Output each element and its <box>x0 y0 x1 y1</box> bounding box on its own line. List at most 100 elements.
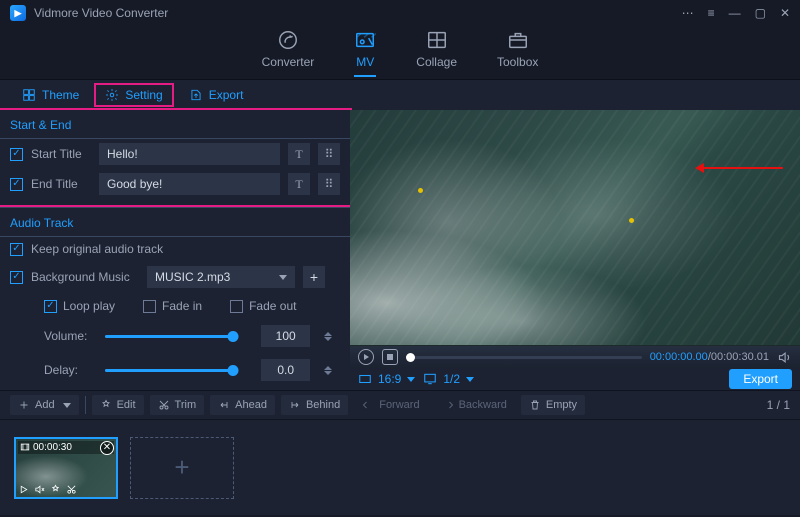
volume-spinner[interactable] <box>324 325 340 347</box>
volume-value[interactable]: 100 <box>261 325 310 347</box>
volume-slider[interactable] <box>105 329 233 343</box>
window-minimize-button[interactable]: — <box>729 6 741 20</box>
time-total: /00:00:30.01 <box>708 351 769 363</box>
tab-label: Theme <box>42 88 79 102</box>
add-clip-placeholder[interactable]: + <box>130 437 234 499</box>
play-icon[interactable] <box>18 484 29 495</box>
ahead-button[interactable]: Ahead <box>210 395 275 415</box>
add-bgm-button[interactable]: + <box>303 266 325 288</box>
trim-button[interactable]: Trim <box>150 395 205 415</box>
edit-button[interactable]: Edit <box>92 395 144 415</box>
start-title-handle-button[interactable]: ⠿ <box>318 143 340 165</box>
bgm-checkbox[interactable] <box>10 271 23 284</box>
fade-in-checkbox[interactable] <box>143 300 156 313</box>
end-title-label: End Title <box>31 177 91 191</box>
fade-out-checkbox[interactable] <box>230 300 243 313</box>
aspect-ratio-select[interactable]: 16:9 <box>358 372 415 386</box>
app-title: Vidmore Video Converter <box>34 6 168 20</box>
delay-value[interactable]: 0.0 <box>261 359 310 381</box>
btn-label: Behind <box>306 399 340 411</box>
time-display: 00:00:00.00/00:00:30.01 <box>650 351 769 363</box>
nav-label: Toolbox <box>497 55 538 69</box>
chevron-down-icon <box>407 377 415 382</box>
end-title-handle-button[interactable]: ⠿ <box>318 173 340 195</box>
fade-out-label: Fade out <box>249 299 296 313</box>
remove-clip-button[interactable]: ✕ <box>100 441 114 455</box>
add-button[interactable]: Add <box>10 395 79 415</box>
chevron-down-icon <box>466 377 474 382</box>
export-button[interactable]: Export <box>729 369 792 389</box>
loop-checkbox[interactable] <box>44 300 57 313</box>
clip-strip: 00:00:30 ✕ + <box>0 420 800 515</box>
playback-options-row: Loop play Fade in Fade out <box>0 293 350 319</box>
toolbox-icon <box>507 29 529 51</box>
menu-icon[interactable]: ≡ <box>708 6 715 20</box>
mv-icon <box>354 29 376 51</box>
app-logo-icon: ▶ <box>10 5 26 21</box>
empty-button[interactable]: Empty <box>521 395 585 415</box>
loop-label: Loop play <box>63 299 115 313</box>
end-title-input[interactable] <box>99 173 280 195</box>
stop-button[interactable] <box>382 349 398 365</box>
fade-in-option[interactable]: Fade in <box>143 299 202 313</box>
start-title-font-button[interactable]: T <box>288 143 310 165</box>
converter-icon <box>277 29 299 51</box>
bgm-row: Background Music MUSIC 2.mp3 + <box>0 261 350 293</box>
video-preview[interactable] <box>350 110 800 345</box>
clip-toolbar: Add Edit Trim Ahead Behind Forward Backw… <box>0 390 800 420</box>
theme-icon <box>22 88 36 102</box>
nav-label: Converter <box>262 55 315 69</box>
start-title-input[interactable] <box>99 143 280 165</box>
btn-label: Ahead <box>235 399 267 411</box>
playback-bar: 00:00:00.00/00:00:30.01 <box>350 346 800 368</box>
window-close-button[interactable]: ✕ <box>780 6 790 20</box>
chevron-down-icon <box>63 403 71 408</box>
btn-label: Backward <box>459 399 507 411</box>
behind-button[interactable]: Behind <box>281 395 348 415</box>
end-title-row: End Title T ⠿ <box>0 169 350 199</box>
nav-mv[interactable]: MV <box>354 29 376 77</box>
nav-collage[interactable]: Collage <box>416 29 457 77</box>
start-title-checkbox[interactable] <box>10 148 23 161</box>
zoom-select[interactable]: 1/2 <box>423 372 474 386</box>
end-title-checkbox[interactable] <box>10 178 23 191</box>
delay-slider[interactable] <box>105 363 233 377</box>
tab-label: Export <box>209 88 244 102</box>
end-title-font-button[interactable]: T <box>288 173 310 195</box>
keep-audio-checkbox[interactable] <box>10 243 23 256</box>
keep-audio-row: Keep original audio track <box>0 237 350 261</box>
clip-thumbnail[interactable]: 00:00:30 ✕ <box>14 437 118 499</box>
film-icon <box>20 442 30 452</box>
btn-label: Add <box>35 399 55 411</box>
bgm-select[interactable]: MUSIC 2.mp3 <box>147 266 295 288</box>
seek-slider[interactable] <box>406 356 642 359</box>
start-end-header: Start & End <box>0 110 350 139</box>
window-maximize-button[interactable]: ▢ <box>755 6 766 20</box>
loop-option[interactable]: Loop play <box>44 299 115 313</box>
nav-converter[interactable]: Converter <box>262 29 315 77</box>
start-title-row: Start Title T ⠿ <box>0 139 350 169</box>
play-button[interactable] <box>358 349 374 365</box>
zoom-value: 1/2 <box>443 372 460 386</box>
delay-label: Delay: <box>44 363 91 377</box>
feedback-icon[interactable]: ⋯ <box>682 6 694 20</box>
star-icon[interactable] <box>50 484 61 495</box>
tab-label: Setting <box>125 88 162 102</box>
tab-setting[interactable]: Setting <box>95 84 172 106</box>
export-icon <box>189 88 203 102</box>
forward-button[interactable]: Forward <box>354 395 427 415</box>
btn-label: Trim <box>175 399 197 411</box>
scissors-icon[interactable] <box>66 484 77 495</box>
main-area: Start & End Start Title T ⠿ End Title T … <box>0 110 800 390</box>
nav-toolbox[interactable]: Toolbox <box>497 29 538 77</box>
delay-spinner[interactable] <box>324 359 340 381</box>
backward-button[interactable]: Backward <box>434 395 515 415</box>
aspect-value: 16:9 <box>378 372 401 386</box>
fade-in-label: Fade in <box>162 299 202 313</box>
mute-icon[interactable] <box>34 484 45 495</box>
tab-export[interactable]: Export <box>179 84 254 106</box>
fade-out-option[interactable]: Fade out <box>230 299 296 313</box>
btn-label: Edit <box>117 399 136 411</box>
tab-theme[interactable]: Theme <box>12 84 89 106</box>
volume-icon[interactable] <box>777 350 792 365</box>
